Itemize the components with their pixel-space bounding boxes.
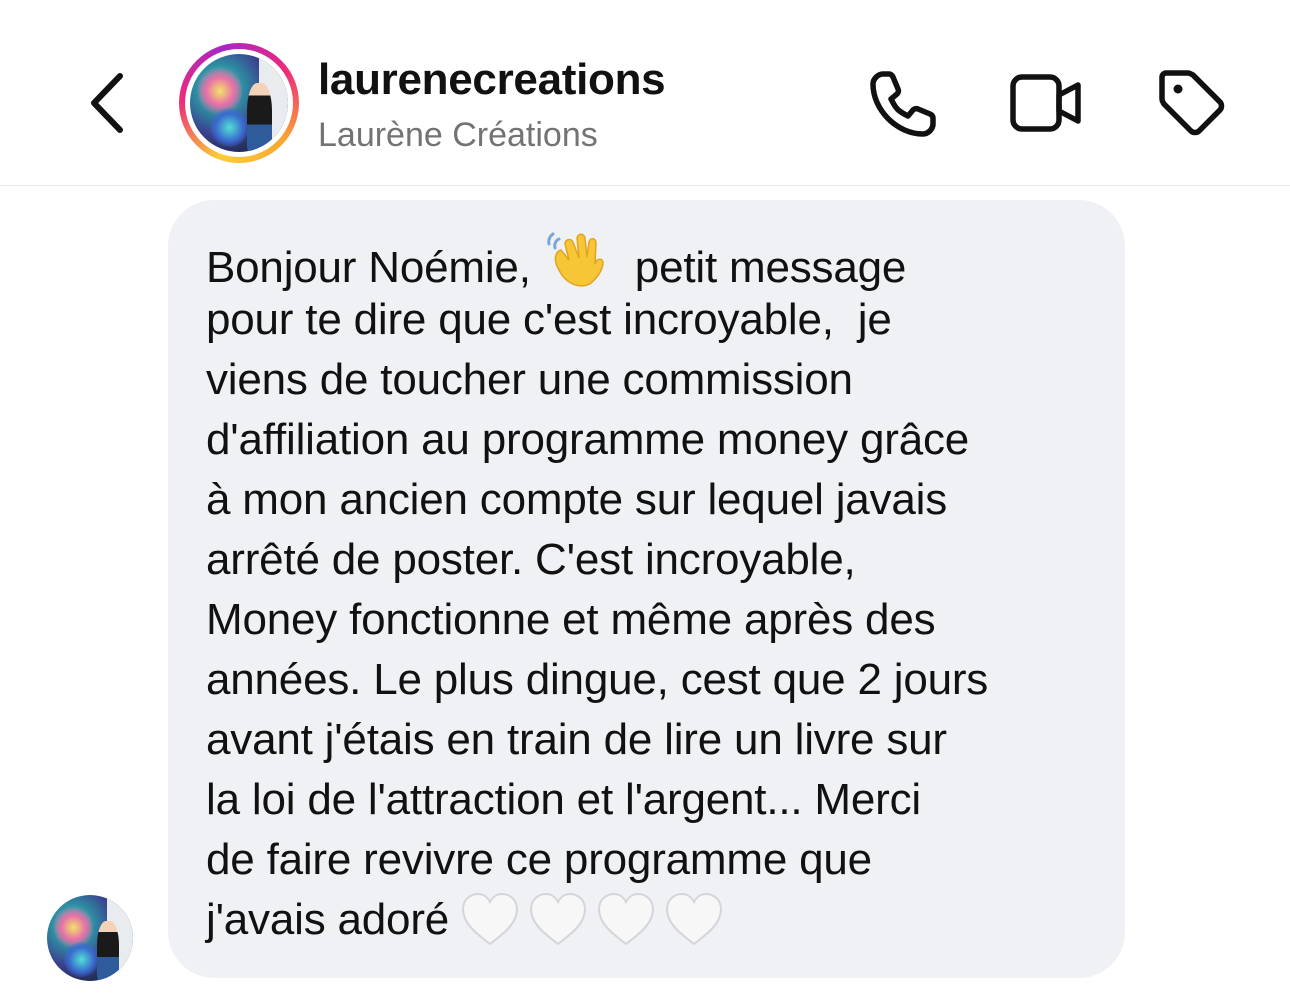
message-line: arrêté de poster. C'est incroyable,	[206, 535, 856, 584]
message-bubble[interactable]: Bonjour Noémie, petit message pour te di…	[168, 200, 1125, 978]
white-heart-emoji-icon	[459, 890, 521, 948]
message-line: Bonjour Noémie, petit message	[206, 230, 1105, 292]
audio-call-button[interactable]	[866, 65, 942, 141]
sender-avatar[interactable]	[47, 895, 133, 981]
thread-header: laurenecreations Laurène Créations	[0, 0, 1290, 186]
message-line: la loi de l'attraction et l'argent... Me…	[206, 775, 921, 824]
message-line: de faire revivre ce programme que	[206, 835, 872, 884]
tag-button[interactable]	[1154, 65, 1230, 141]
phone-icon	[870, 71, 936, 137]
message-line: Money fonctionne et même après des	[206, 595, 936, 644]
video-call-button[interactable]	[1008, 65, 1084, 141]
dm-thread-screen: laurenecreations Laurène Créations Bonjo…	[0, 0, 1290, 997]
white-heart-emoji-icon	[595, 890, 657, 948]
white-heart-emoji-icon	[663, 890, 725, 948]
back-button[interactable]	[80, 68, 140, 138]
message-line: années. Le plus dingue, cest que 2 jours	[206, 655, 989, 704]
thread-display-name: Laurène Créations	[318, 116, 598, 154]
message-line: avant j'étais en train de lire un livre …	[206, 715, 947, 764]
waving-hand-emoji-icon	[545, 230, 607, 288]
message-line: viens de toucher une commission	[206, 355, 853, 404]
message-line: à mon ancien compte sur lequel javais	[206, 475, 948, 524]
video-camera-icon	[1010, 74, 1081, 132]
message-line: pour te dire que c'est incroyable, je	[206, 295, 892, 344]
chevron-left-icon	[91, 73, 123, 133]
message-line: d'affiliation au programme money grâce	[206, 415, 970, 464]
tag-icon	[1159, 70, 1225, 136]
white-heart-emoji-icon	[527, 890, 589, 948]
thread-username[interactable]: laurenecreations	[318, 55, 666, 105]
message-line: j'avais adoré	[206, 890, 1105, 950]
avatar	[190, 54, 288, 152]
white-hearts-emoji-group	[459, 890, 731, 964]
profile-avatar-story-ring[interactable]	[179, 43, 299, 163]
